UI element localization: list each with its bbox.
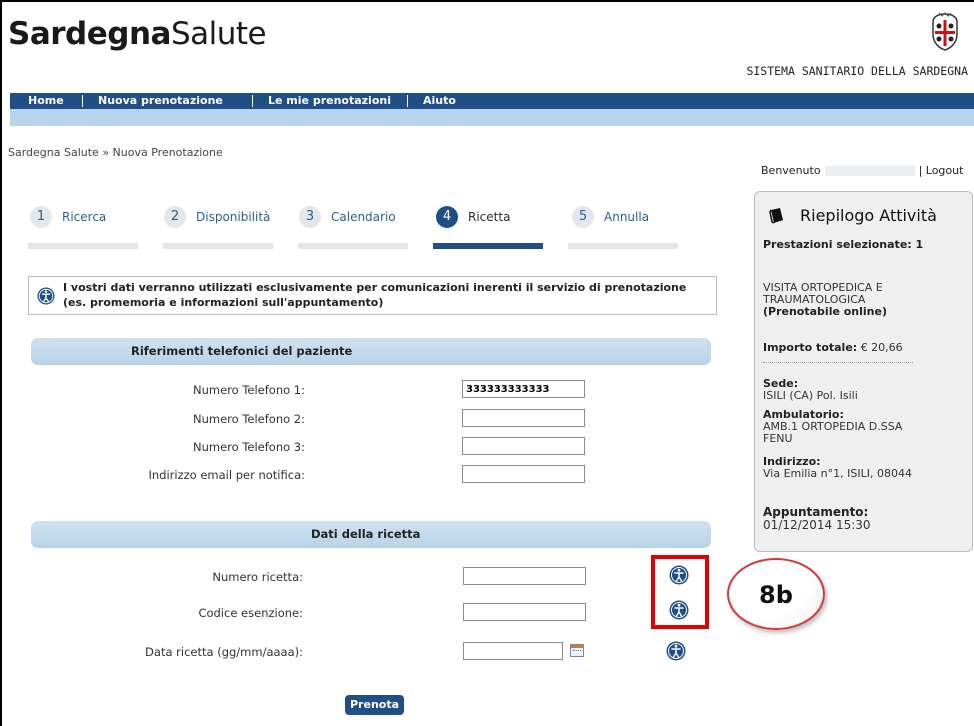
step-label: Ricerca (62, 210, 107, 224)
step-progress-bar (568, 243, 678, 249)
nav-le-mie-prenotazioni[interactable]: Le mie prenotazioni (268, 93, 391, 109)
info-icon[interactable] (666, 641, 686, 661)
step-progress-bar (163, 243, 273, 249)
main-nav: Home Nuova prenotazione Le mie prenotazi… (10, 93, 974, 109)
welcome-label: Benvenuto (761, 164, 821, 177)
nav-aiuto[interactable]: Aiuto (423, 93, 456, 109)
step-label: Annulla (604, 210, 650, 224)
step-ricetta[interactable]: 4 Ricetta (436, 206, 510, 228)
step-label: Calendario (331, 210, 396, 224)
book-icon (769, 207, 783, 224)
step-progress-bar (28, 243, 138, 249)
nav-separator (82, 95, 83, 107)
data-ricetta-label: Data ricetta (gg/mm/aaaa): (145, 645, 303, 659)
codice-esenzione-field[interactable] (463, 603, 586, 621)
step-label: Ricetta (468, 210, 511, 224)
summary-title-text: Riepilogo Attività (800, 206, 937, 225)
sub-nav-bar (10, 109, 974, 126)
summary-panel: Riepilogo Attività Prestazioni seleziona… (754, 191, 973, 552)
appuntamento-label: Appuntamento: (763, 505, 869, 519)
info-icon (37, 287, 55, 305)
phone-1-label: Numero Telefono 1: (192, 383, 305, 397)
phone-2-field[interactable] (462, 409, 585, 427)
step-number: 2 (164, 206, 186, 228)
selected-count: Prestazioni selezionate: 1 (763, 238, 924, 251)
indirizzo-value: Via Emilia n°1, ISILI, 08044 (763, 467, 912, 480)
prenota-button[interactable]: Prenota (345, 695, 405, 715)
ambulatorio-value-2: FENU (763, 432, 793, 445)
sede-value: ISILI (CA) Pol. Isili (763, 389, 858, 402)
divider (763, 362, 913, 363)
step-progress-bar-active (433, 243, 543, 249)
calendar-icon[interactable] (570, 644, 584, 657)
total-label: Importo totale: (763, 341, 858, 354)
summary-title: Riepilogo Attività (768, 206, 937, 225)
phone-1-field[interactable] (462, 380, 585, 398)
highlight-box (651, 555, 709, 629)
phone-section-title: Riferimenti telefonici del paziente (31, 338, 711, 365)
numero-ricetta-field[interactable] (463, 567, 586, 585)
user-name-redacted (824, 166, 915, 176)
nav-separator (407, 95, 408, 107)
step-number: 4 (436, 206, 458, 228)
crest-icon (932, 12, 958, 51)
nav-nuova-prenotazione[interactable]: Nuova prenotazione (98, 93, 223, 109)
phone-3-field[interactable] (462, 437, 585, 455)
site-logo[interactable]: SardegnaSalute (8, 16, 267, 52)
codice-esenzione-label: Codice esenzione: (198, 606, 303, 620)
user-welcome: Benvenuto | Logout (761, 164, 963, 177)
privacy-notice: I vostri dati verranno utilizzati esclus… (28, 276, 717, 315)
phone-3-label: Numero Telefono 3: (192, 440, 305, 454)
numero-ricetta-label: Numero ricetta: (212, 570, 303, 584)
total-value: € 20,66 (860, 341, 903, 354)
total-amount: Importo totale: € 20,66 (763, 342, 903, 354)
step-number: 3 (299, 206, 321, 228)
step-number: 5 (572, 206, 594, 228)
nav-separator (252, 95, 253, 107)
email-label: Indirizzo email per notifica: (148, 468, 305, 482)
breadcrumb: Sardegna Salute » Nuova Prenotazione (8, 146, 223, 159)
step-label: Disponibilità (196, 210, 271, 224)
phone-2-label: Numero Telefono 2: (192, 412, 305, 426)
email-field[interactable] (462, 465, 585, 483)
step-progress-bar (298, 243, 408, 249)
system-name: SISTEMA SANITARIO DELLA SARDEGNA (746, 64, 968, 78)
step-annulla[interactable]: 5 Annulla (572, 206, 649, 228)
logout-link[interactable]: | Logout (919, 164, 964, 177)
callout-badge: 8b (727, 558, 825, 630)
notice-line-1: I vostri dati verranno utilizzati esclus… (63, 281, 687, 294)
appuntamento-value: 01/12/2014 15:30 (763, 518, 871, 532)
step-calendario[interactable]: 3 Calendario (299, 206, 396, 228)
recipe-section-title: Dati della ricetta (31, 521, 711, 548)
notice-line-2: (es. promemoria e informazioni sull'appu… (63, 296, 384, 309)
step-ricerca[interactable]: 1 Ricerca (30, 206, 106, 228)
step-number: 1 (30, 206, 52, 228)
data-ricetta-field[interactable] (463, 642, 563, 660)
notice-text: I vostri dati verranno utilizzati esclus… (63, 280, 686, 310)
service-note: (Prenotabile online) (763, 305, 887, 318)
step-disponibilita[interactable]: 2 Disponibilità (164, 206, 270, 228)
nav-home[interactable]: Home (28, 93, 64, 109)
